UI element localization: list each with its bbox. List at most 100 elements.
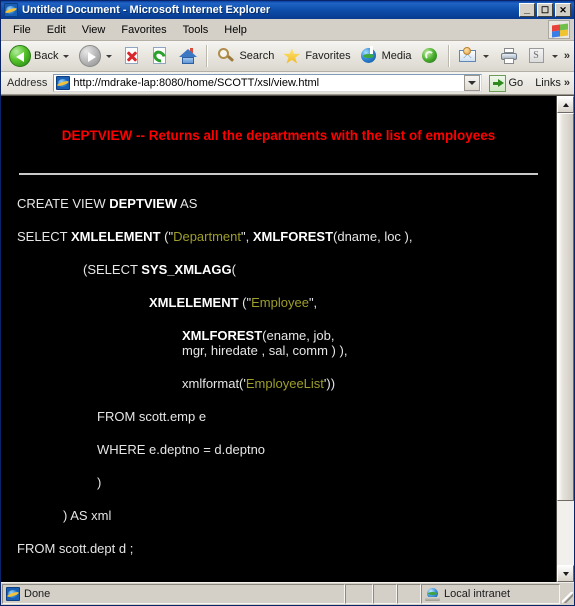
scrollbar-thumb[interactable] <box>557 113 574 501</box>
scrollbar-track[interactable] <box>557 113 574 565</box>
sql-text: SELECT <box>17 229 71 245</box>
intranet-zone-icon <box>425 587 440 601</box>
sql-keyword: XMLFOREST <box>182 327 263 343</box>
star-icon <box>282 46 302 66</box>
links-label: Links <box>535 77 561 89</box>
search-button[interactable]: Search <box>212 42 278 70</box>
address-label: Address <box>7 77 48 89</box>
sql-text: (dname, loc ), <box>333 229 413 245</box>
sql-text: ", <box>308 295 318 310</box>
sql-text: WHERE e.deptno = d.deptno <box>97 441 266 457</box>
scroll-up-button[interactable] <box>557 96 574 113</box>
go-arrow-icon <box>488 74 506 92</box>
sql-line: WHERE e.deptno = d.deptno <box>17 441 540 458</box>
sql-text: mgr, hiredate , sal, comm ) ), <box>182 342 348 358</box>
sql-keyword: XMLELEMENT <box>70 229 161 245</box>
sql-line: FROM scott.dept d ; <box>17 540 540 557</box>
window-title: Untitled Document - Microsoft Internet E… <box>22 4 271 16</box>
media-globe-icon <box>359 46 379 66</box>
address-dropdown-button[interactable] <box>463 75 480 91</box>
menu-item-favorites[interactable]: Favorites <box>113 22 174 38</box>
sql-text: (ename, job, <box>262 327 335 343</box>
close-button[interactable]: ✕ <box>555 3 571 17</box>
home-button[interactable] <box>174 42 202 70</box>
sql-text: xmlformat(' <box>182 375 246 391</box>
sql-text: ( <box>231 262 236 278</box>
window-controls: _ ☐ ✕ <box>519 3 573 17</box>
sql-line: xmlformat('EmployeeList')) <box>17 375 540 392</box>
media-button[interactable]: Media <box>355 42 416 70</box>
menu-item-tools[interactable]: Tools <box>175 22 217 38</box>
browser-window: Untitled Document - Microsoft Internet E… <box>0 0 575 606</box>
mail-button[interactable] <box>454 42 495 70</box>
client-area: DEPTVIEW -- Returns all the departments … <box>1 95 574 582</box>
back-dropdown-icon[interactable] <box>63 54 70 58</box>
status-bar: Done Local intranet <box>1 582 574 605</box>
windows-flag-icon <box>548 20 570 39</box>
title-bar: Untitled Document - Microsoft Internet E… <box>1 1 574 19</box>
sql-keyword: XMLFOREST <box>252 229 334 245</box>
mail-dropdown-icon[interactable] <box>482 54 489 58</box>
refresh-icon <box>150 46 170 66</box>
menu-item-edit[interactable]: Edit <box>39 22 74 38</box>
forward-button[interactable] <box>75 42 118 70</box>
sql-line: XMLELEMENT ("Employee", <box>17 295 540 311</box>
maximize-button[interactable]: ☐ <box>537 3 553 17</box>
toolbar-overflow-icon[interactable]: » <box>564 50 570 62</box>
status-text: Done <box>24 588 51 600</box>
security-zone-text: Local intranet <box>444 588 511 600</box>
address-input[interactable]: http://mdrake-lap:8080/home/SCOTT/xsl/vi… <box>53 74 482 92</box>
minimize-button[interactable]: _ <box>519 3 535 17</box>
sql-line: CREATE VIEW DEPTVIEW AS <box>17 196 540 212</box>
history-icon <box>420 46 440 66</box>
go-label: Go <box>508 77 524 89</box>
sql-line: SELECT XMLELEMENT ("Department", XMLFORE… <box>17 229 540 245</box>
refresh-button[interactable] <box>146 42 174 70</box>
sql-text: ) AS xml <box>63 507 112 523</box>
resize-grip[interactable] <box>560 584 574 604</box>
print-button[interactable] <box>495 42 523 70</box>
page-content: DEPTVIEW -- Returns all the departments … <box>1 96 556 556</box>
forward-arrow-icon <box>79 45 102 67</box>
edit-button[interactable]: S <box>523 42 564 70</box>
sql-string-literal: Department <box>173 229 241 245</box>
links-overflow-icon[interactable]: » <box>564 77 570 89</box>
edit-dropdown-icon[interactable] <box>551 54 558 58</box>
menu-item-file[interactable]: File <box>5 22 39 38</box>
sql-text: CREATE VIEW <box>17 196 110 212</box>
go-button[interactable]: Go <box>485 74 528 92</box>
sql-text: (" <box>160 229 174 245</box>
sql-text: ", <box>241 229 253 245</box>
status-message: Done <box>2 584 345 604</box>
toolbar: Back Search Favorites Media S » <box>1 41 574 72</box>
horizontal-rule <box>19 173 538 176</box>
page-viewport: DEPTVIEW -- Returns all the departments … <box>1 96 556 582</box>
sql-line: mgr, hiredate , sal, comm ) ), <box>17 342 540 359</box>
links-button[interactable]: Links » <box>530 77 572 89</box>
history-button[interactable] <box>416 42 444 70</box>
sql-text: ) <box>97 474 102 490</box>
edit-page-icon: S <box>527 46 547 66</box>
page-title: DEPTVIEW -- Returns all the departments … <box>61 128 496 143</box>
address-bar: Address http://mdrake-lap:8080/home/SCOT… <box>1 72 574 95</box>
back-button[interactable]: Back <box>5 42 75 70</box>
forward-dropdown-icon[interactable] <box>106 54 113 58</box>
sql-keyword: SYS_XMLAGG <box>141 262 232 278</box>
sql-text: FROM scott.dept d ; <box>17 540 134 556</box>
mail-icon <box>458 46 478 66</box>
page-scrollbar[interactable] <box>556 96 574 582</box>
sql-line: (SELECT SYS_XMLAGG( <box>17 262 540 278</box>
home-icon <box>178 46 198 66</box>
menu-item-view[interactable]: View <box>74 22 114 38</box>
back-arrow-icon <box>9 45 31 67</box>
scroll-down-button[interactable] <box>557 565 574 582</box>
sql-text: FROM scott.emp e <box>97 408 207 424</box>
page-favicon-icon <box>56 76 71 90</box>
search-icon <box>216 46 236 66</box>
menu-item-help[interactable]: Help <box>216 22 255 38</box>
favorites-button[interactable]: Favorites <box>278 42 354 70</box>
sql-text: (" <box>238 295 252 310</box>
stop-button[interactable] <box>118 42 146 70</box>
security-zone[interactable]: Local intranet <box>421 584 560 604</box>
stop-icon <box>122 46 142 66</box>
